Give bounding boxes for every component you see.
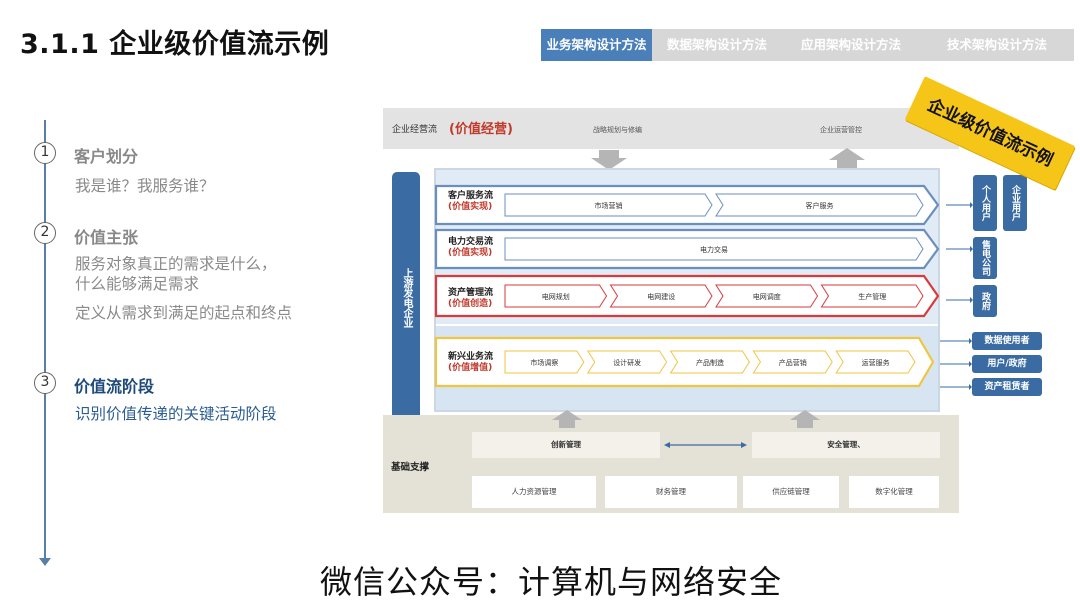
method-tabs: 业务架构设计方法 数据架构设计方法 应用架构设计方法 技术架构设计方法 (541, 29, 1074, 61)
footer-watermark: 微信公众号：计算机与网络安全 (320, 563, 783, 601)
step-desc: 识别价值传递的关键活动阶段 (75, 405, 277, 423)
right-tag: 资产租赁者 (972, 378, 1042, 396)
step-number: 2 (34, 222, 56, 244)
step-title: 价值流阶段 (74, 377, 155, 396)
right-tag: 企业用户 (1003, 175, 1027, 231)
step-number: 1 (34, 142, 56, 164)
right-tag: 用户/政府 (972, 355, 1042, 373)
step-title: 价值主张 (74, 228, 139, 247)
step-desc: 服务对象真正的需求是什么， (75, 255, 277, 273)
up-arrow-icon (552, 410, 582, 428)
tab-data-architecture[interactable]: 数据架构设计方法 (652, 29, 782, 61)
step-desc: 什么能够满足需求 (75, 275, 200, 293)
value-stream-diagram: 企业经营流 (价值经营) 战略规划与修编 企业运营管控 上游发电企业 市场营销客… (383, 108, 959, 513)
tab-application-architecture[interactable]: 应用架构设计方法 (782, 29, 920, 61)
base-arrows (552, 410, 820, 448)
up-arrow-icon (790, 410, 820, 428)
page-title: 3.1.1 企业级价值流示例 (20, 29, 330, 60)
tab-business-architecture[interactable]: 业务架构设计方法 (541, 29, 652, 61)
right-tag: 个人用户 (973, 175, 997, 231)
right-tag: 售电公司 (973, 237, 997, 279)
step-desc: 定义从需求到满足的起点和终点 (75, 304, 293, 322)
step-number: 3 (34, 372, 56, 394)
timeline-line (44, 120, 46, 562)
step-title: 客户划分 (74, 147, 139, 166)
right-tag: 政府 (973, 285, 997, 317)
tab-technology-architecture[interactable]: 技术架构设计方法 (920, 29, 1074, 61)
step-desc: 我是谁？我服务谁？ (75, 177, 215, 195)
timeline-arrow-icon (39, 558, 51, 566)
right-tag: 数据使用者 (972, 332, 1042, 350)
